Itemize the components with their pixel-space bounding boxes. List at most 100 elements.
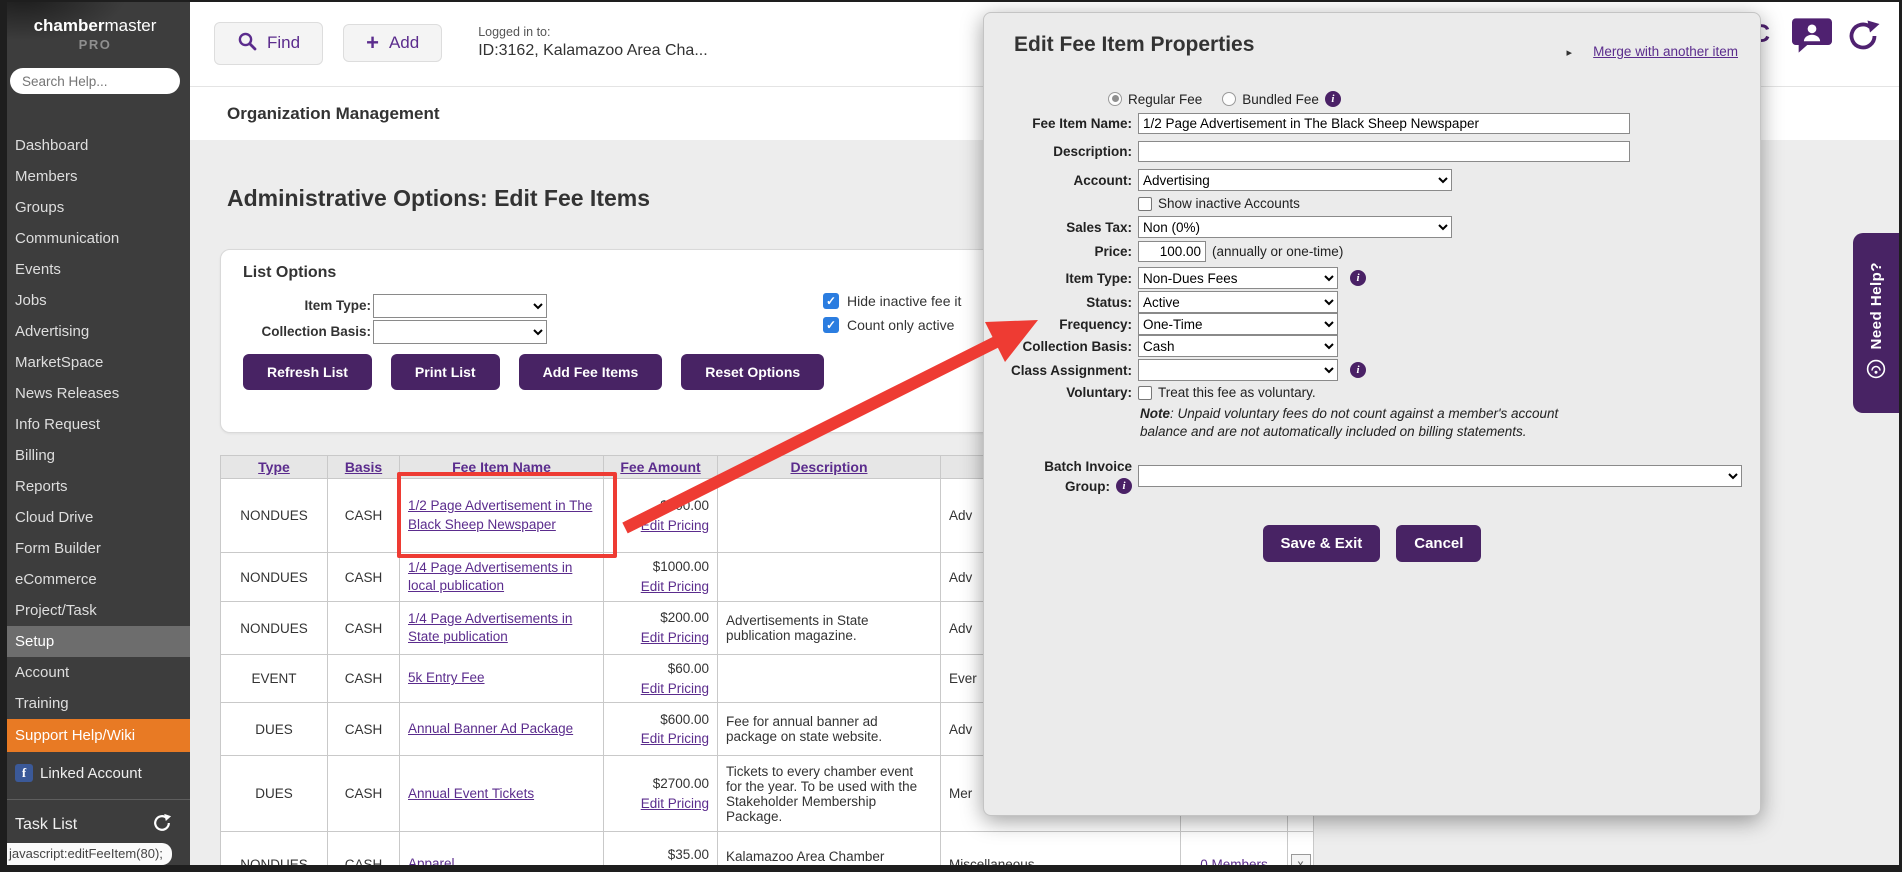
list-options-title: List Options <box>243 264 337 281</box>
frequency-select[interactable]: One-Time <box>1138 313 1338 335</box>
add-fee-items-button[interactable]: Add Fee Items <box>518 354 663 390</box>
fee-item-link[interactable]: Annual Event Tickets <box>408 786 534 801</box>
price-suffix: (annually or one-time) <box>1212 244 1344 259</box>
cell-amount: $100.00 <box>660 497 709 513</box>
sidebar-item-advertising[interactable]: Advertising <box>0 316 190 347</box>
description-input[interactable] <box>1138 141 1630 162</box>
edit-pricing-link[interactable]: Edit Pricing <box>641 731 709 746</box>
sidebar-item-setup[interactable]: Setup <box>0 626 190 657</box>
sidebar-item-communication[interactable]: Communication <box>0 223 190 254</box>
cell-type: NONDUES <box>220 478 328 553</box>
group-line: Group: <box>1065 478 1110 494</box>
price-row: Price: (annually or one-time) <box>984 241 1343 262</box>
voluntary-checkbox-label: Treat this fee as voluntary. <box>1158 385 1316 400</box>
sidebar-item-dashboard[interactable]: Dashboard <box>0 130 190 161</box>
fee-item-link[interactable]: Annual Banner Ad Package <box>408 721 573 736</box>
sidebar-item-marketspace[interactable]: MarketSpace <box>0 347 190 378</box>
search-help-input[interactable] <box>10 68 180 94</box>
sidebar-item-training[interactable]: Training <box>0 688 190 719</box>
app-window: chambermaster PRO Dashboard Members Grou… <box>0 0 1902 872</box>
fee-item-name-input[interactable] <box>1138 113 1630 134</box>
class-assignment-row: Class Assignment: <box>984 359 1366 381</box>
fee-item-link[interactable]: 5k Entry Fee <box>408 670 485 685</box>
sidebar-item-members[interactable]: Members <box>0 161 190 192</box>
sidebar-item-events[interactable]: Events <box>0 254 190 285</box>
help-headset-icon <box>1866 359 1886 384</box>
edit-pricing-link[interactable]: Edit Pricing <box>641 796 709 811</box>
fee-item-link[interactable]: 1/4 Page Advertisements in State publica… <box>408 611 572 644</box>
refresh-list-button[interactable]: Refresh List <box>243 354 372 390</box>
sidebar-item-billing[interactable]: Billing <box>0 440 190 471</box>
task-list-section: Task List <box>0 806 190 844</box>
description-row: Description: <box>984 141 1630 162</box>
edit-pricing-link[interactable]: Edit Pricing <box>641 579 709 594</box>
sidebar-item-reports[interactable]: Reports <box>0 471 190 502</box>
fee-type-radio-row: Regular Fee Bundled Fee <box>1108 91 1341 107</box>
sidebar-item-support-help-wiki[interactable]: Support Help/Wiki <box>0 719 190 752</box>
item-type-select[interactable] <box>373 294 547 318</box>
col-header-fee-amount[interactable]: Fee Amount <box>603 455 718 479</box>
sidebar-item-jobs[interactable]: Jobs <box>0 285 190 316</box>
col-header-description[interactable]: Description <box>717 455 941 479</box>
logo-regular: master <box>104 16 157 35</box>
col-header-type[interactable]: Type <box>220 455 328 479</box>
fee-item-link[interactable]: 1/4 Page Advertisements in local publica… <box>408 560 572 593</box>
bundled-fee-radio[interactable] <box>1222 92 1237 106</box>
search-icon <box>237 31 257 56</box>
item-type-select[interactable]: Non-Dues Fees <box>1138 267 1338 289</box>
task-list-refresh-icon[interactable] <box>152 813 172 838</box>
edit-pricing-link[interactable]: Edit Pricing <box>641 630 709 645</box>
batch-invoice-group-select[interactable] <box>1138 465 1742 487</box>
voluntary-checkbox[interactable] <box>1138 385 1152 400</box>
sidebar-item-account[interactable]: Account <box>0 657 190 688</box>
account-select[interactable]: Advertising <box>1138 169 1452 191</box>
print-list-button[interactable]: Print List <box>390 354 500 390</box>
info-icon[interactable] <box>1350 270 1366 286</box>
col-header-fee-item-name[interactable]: Fee Item Name <box>399 455 604 479</box>
hide-inactive-checkbox[interactable] <box>823 293 839 309</box>
info-icon[interactable] <box>1324 91 1341 107</box>
sidebar-item-cloud-drive[interactable]: Cloud Drive <box>0 502 190 533</box>
member-chat-icon[interactable] <box>1792 18 1832 58</box>
sidebar-divider <box>0 799 190 800</box>
sidebar-item-form-builder[interactable]: Form Builder <box>0 533 190 564</box>
sidebar-item-linked-account[interactable]: Linked Account <box>0 756 190 790</box>
regular-fee-radio[interactable] <box>1108 92 1122 106</box>
cancel-button[interactable]: Cancel <box>1396 525 1482 562</box>
add-button[interactable]: + Add <box>343 24 443 62</box>
cell-basis: CASH <box>327 601 400 655</box>
price-input[interactable] <box>1138 241 1206 262</box>
sidebar-item-groups[interactable]: Groups <box>0 192 190 223</box>
remove-row-button[interactable]: x <box>1290 854 1311 872</box>
edit-pricing-link[interactable]: Edit Pricing <box>641 681 709 696</box>
count-active-checkbox[interactable] <box>823 317 839 333</box>
fee-item-link[interactable]: 1/2 Page Advertisement in The Black Shee… <box>408 498 592 531</box>
sidebar-item-info-request[interactable]: Info Request <box>0 409 190 440</box>
members-link[interactable]: 0 Members <box>1200 857 1268 872</box>
find-button[interactable]: Find <box>214 21 324 65</box>
save-exit-button[interactable]: Save & Exit <box>1262 525 1381 562</box>
cell-basis: CASH <box>327 702 400 757</box>
edit-pricing-link[interactable]: Edit Pricing <box>641 518 709 533</box>
refresh-icon[interactable] <box>1846 19 1880 58</box>
merge-with-another-item-link[interactable]: Merge with another item <box>1593 44 1738 59</box>
sidebar-item-news-releases[interactable]: News Releases <box>0 378 190 409</box>
item-type-label: Item Type: <box>304 298 371 313</box>
count-active-label: Count only active <box>847 317 955 333</box>
sales-tax-select[interactable]: Non (0%) <box>1138 216 1452 238</box>
need-help-tab[interactable]: Need Help? <box>1853 233 1899 413</box>
class-assignment-select[interactable] <box>1138 359 1338 381</box>
edit-pricing-link[interactable]: Edit Pricing <box>641 866 709 872</box>
sidebar-item-project-task[interactable]: Project/Task <box>0 595 190 626</box>
collection-basis-select[interactable] <box>373 320 547 344</box>
collection-basis-select[interactable]: Cash <box>1138 335 1338 357</box>
reset-options-button[interactable]: Reset Options <box>681 354 825 390</box>
info-icon[interactable] <box>1350 362 1366 378</box>
cell-type: NONDUES <box>220 552 328 602</box>
col-header-basis[interactable]: Basis <box>327 455 400 479</box>
show-inactive-checkbox[interactable] <box>1138 196 1152 211</box>
sidebar-item-ecommerce[interactable]: eCommerce <box>0 564 190 595</box>
info-icon[interactable] <box>1116 478 1132 495</box>
fee-item-link[interactable]: Apparel <box>408 856 455 871</box>
status-select[interactable]: Active <box>1138 291 1338 313</box>
